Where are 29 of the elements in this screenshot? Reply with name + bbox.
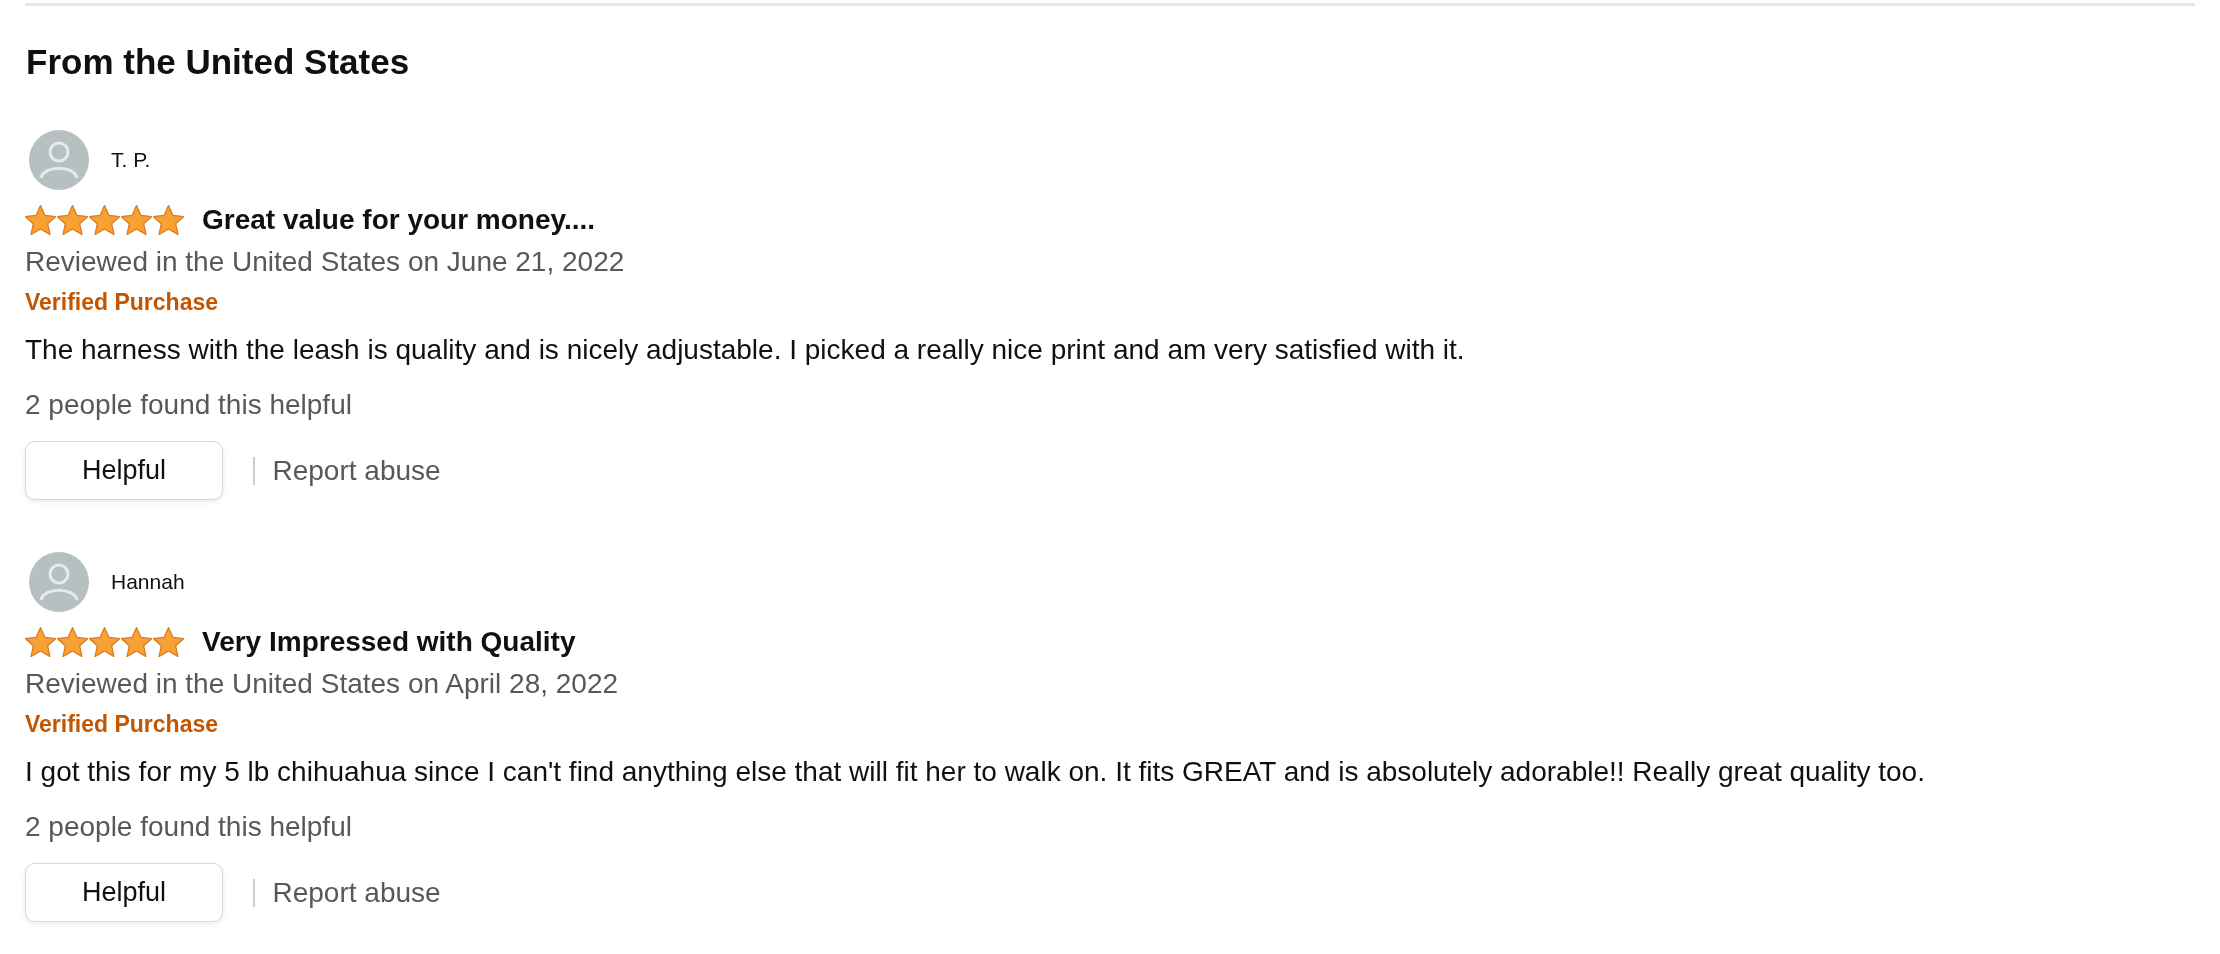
review-date: Reviewed in the United States on June 21, 2022 — [25, 245, 626, 279]
avatar-icon — [29, 552, 89, 612]
helpful-count: 2 people found this helpful — [25, 810, 353, 844]
report-abuse-link[interactable]: Report abuse — [272, 454, 441, 487]
star-icon — [89, 205, 120, 235]
review-title[interactable]: Great value for your money.... — [202, 204, 596, 236]
review-date: Reviewed in the United States on April 28, 2022 — [25, 667, 620, 701]
star-icon — [57, 205, 88, 235]
star-icon — [153, 205, 184, 235]
star-icon — [57, 627, 88, 657]
section-heading: From the United States — [26, 41, 411, 83]
star-icon — [121, 627, 152, 657]
star-icon — [25, 627, 56, 657]
review-title[interactable]: Very Impressed with Quality — [202, 626, 576, 658]
star-icon — [89, 627, 120, 657]
helpful-button[interactable]: Helpful — [25, 441, 223, 500]
star-icon — [121, 205, 152, 235]
avatar-icon — [29, 130, 89, 190]
helpful-count: 2 people found this helpful — [25, 388, 353, 422]
report-abuse-link[interactable]: Report abuse — [272, 876, 441, 909]
star-icon — [153, 627, 184, 657]
review-text: The harness with the leash is quality and is nicely adjustable. I picked a really nice print and am very satisfied with it. — [25, 333, 1466, 367]
helpful-button[interactable]: Helpful — [25, 863, 223, 922]
star-icon — [25, 205, 56, 235]
reviewer-name: T. P. — [111, 148, 151, 172]
verified-purchase-label: Verified Purchase — [25, 288, 220, 317]
verified-purchase-label: Verified Purchase — [25, 710, 220, 739]
review-text: I got this for my 5 lb chihuahua since I can't find anything else that will fit her to walk on. It fits GREAT and is absolutely adorable!! Really great quality too. — [25, 755, 1926, 789]
reviewer-name: Hannah — [111, 570, 185, 594]
